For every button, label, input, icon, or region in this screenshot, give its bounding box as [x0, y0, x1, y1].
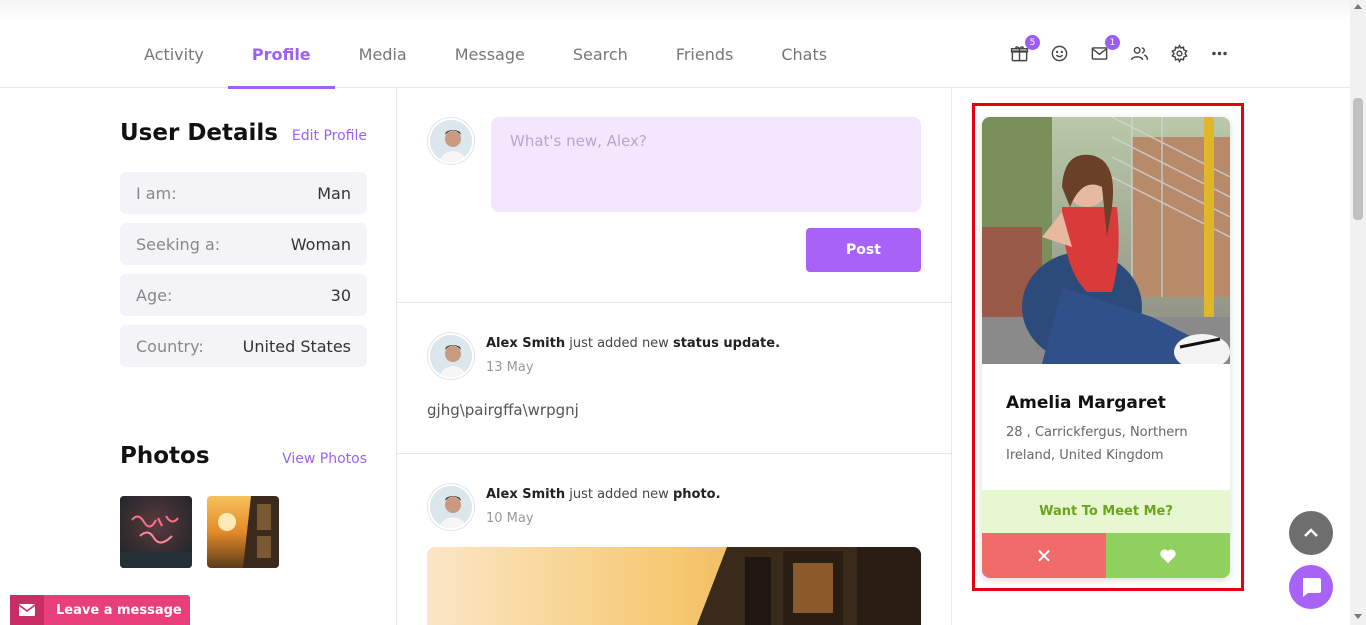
- edit-profile-link[interactable]: Edit Profile: [292, 128, 367, 144]
- activity-date: 13 May: [486, 360, 534, 375]
- gift-badge: 5: [1025, 35, 1040, 50]
- match-photo[interactable]: [982, 117, 1230, 370]
- divider: [397, 302, 952, 303]
- scroll-up-arrow[interactable]: [1354, 4, 1362, 9]
- divider: [397, 453, 952, 454]
- photo-thumbnail[interactable]: [120, 496, 192, 568]
- nav-icon-bar: 5 1: [1004, 35, 1234, 68]
- mail-badge: 1: [1105, 35, 1120, 50]
- envelope-icon: [10, 595, 44, 625]
- tab-chats[interactable]: Chats: [757, 20, 851, 88]
- activity-avatar[interactable]: [428, 333, 474, 379]
- status-composer[interactable]: What's new, Alex?: [491, 117, 921, 212]
- match-card: Amelia Margaret 28 , Carrickfergus, Nort…: [982, 117, 1230, 578]
- detail-key: I am:: [136, 183, 177, 203]
- detail-row-gender: I am: Man: [120, 172, 367, 214]
- activity-object: status update.: [672, 336, 781, 351]
- close-icon: ✕: [1035, 543, 1053, 568]
- detail-value: Man: [317, 183, 351, 203]
- user-avatar[interactable]: [428, 118, 474, 164]
- leave-message-label: Leave a message: [56, 602, 182, 618]
- tab-media[interactable]: Media: [335, 20, 431, 88]
- want-to-meet-label: Want To Meet Me?: [982, 490, 1230, 533]
- detail-key: Country:: [136, 336, 204, 356]
- chat-bubble-icon: [1303, 578, 1321, 597]
- activity-user-link[interactable]: Alex Smith: [486, 336, 565, 351]
- scroll-down-arrow[interactable]: [1354, 614, 1362, 619]
- detail-key: Age:: [136, 285, 173, 305]
- activity-action: just added new: [569, 336, 669, 351]
- activity-date: 10 May: [486, 511, 534, 526]
- smiley-icon[interactable]: [1044, 38, 1074, 68]
- tab-friends[interactable]: Friends: [652, 20, 758, 88]
- activity-object: photo.: [672, 487, 721, 502]
- user-details-title: User Details: [120, 120, 278, 146]
- profile-nav: Activity Profile Media Message Search Fr…: [0, 20, 1350, 89]
- detail-value: 30: [330, 285, 351, 305]
- detail-row-country: Country: United States: [120, 325, 367, 367]
- activity-user-link[interactable]: Alex Smith: [486, 487, 565, 502]
- tab-profile[interactable]: Profile: [227, 20, 335, 89]
- heart-icon: [1160, 548, 1176, 563]
- detail-row-seeking: Seeking a: Woman: [120, 223, 367, 265]
- friends-icon[interactable]: [1124, 38, 1154, 68]
- nav-tabs: Activity Profile Media Message Search Fr…: [120, 20, 851, 89]
- left-column: User Details Edit Profile I am: Man Seek…: [0, 88, 397, 625]
- reject-button[interactable]: ✕: [982, 533, 1106, 578]
- scroll-thumb[interactable]: [1353, 98, 1363, 220]
- activity-column: What's new, Alex? Post Alex Smith just a…: [397, 88, 952, 625]
- mail-icon[interactable]: 1: [1084, 35, 1120, 68]
- detail-key: Seeking a:: [136, 234, 221, 254]
- chat-launcher-button[interactable]: [1289, 565, 1333, 609]
- view-photos-link[interactable]: View Photos: [282, 451, 367, 467]
- scroll-to-top-button[interactable]: [1289, 511, 1333, 555]
- user-details-header: User Details Edit Profile: [120, 120, 367, 146]
- page-scrollbar[interactable]: [1350, 0, 1366, 625]
- composer-placeholder: What's new, Alex?: [510, 132, 647, 150]
- activity-avatar[interactable]: [428, 484, 474, 530]
- suggestion-column: Amelia Margaret 28 , Carrickfergus, Nort…: [952, 88, 1350, 625]
- match-name[interactable]: Amelia Margaret: [1006, 393, 1166, 413]
- settings-icon[interactable]: [1164, 38, 1194, 68]
- activity-headline: Alex Smith just added new photo.: [486, 487, 721, 502]
- tab-activity[interactable]: Activity: [120, 20, 228, 88]
- activity-headline: Alex Smith just added new status update.: [486, 336, 780, 351]
- photos-title: Photos: [120, 443, 210, 469]
- post-button[interactable]: Post: [806, 228, 921, 272]
- tab-message[interactable]: Message: [431, 20, 549, 88]
- activity-action: just added new: [569, 487, 669, 502]
- detail-value: Woman: [290, 234, 351, 254]
- like-button[interactable]: [1106, 533, 1230, 578]
- detail-row-age: Age: 30: [120, 274, 367, 316]
- tab-search[interactable]: Search: [549, 20, 652, 88]
- status-text: gjhg\pairgffa\wrpgnj: [427, 401, 579, 419]
- photo-thumbnail[interactable]: [207, 496, 279, 568]
- match-location: 28 , Carrickfergus, Northern Ireland, Un…: [1006, 425, 1188, 463]
- photos-header: Photos View Photos: [120, 443, 367, 469]
- more-icon[interactable]: [1204, 38, 1234, 68]
- leave-message-button[interactable]: Leave a message: [10, 595, 190, 625]
- top-strip: [0, 0, 1350, 20]
- detail-value: United States: [242, 336, 351, 356]
- page: Activity Profile Media Message Search Fr…: [0, 0, 1366, 625]
- activity-photo[interactable]: [427, 547, 921, 625]
- chevron-up-icon: [1304, 528, 1318, 537]
- gift-icon[interactable]: 5: [1004, 35, 1040, 68]
